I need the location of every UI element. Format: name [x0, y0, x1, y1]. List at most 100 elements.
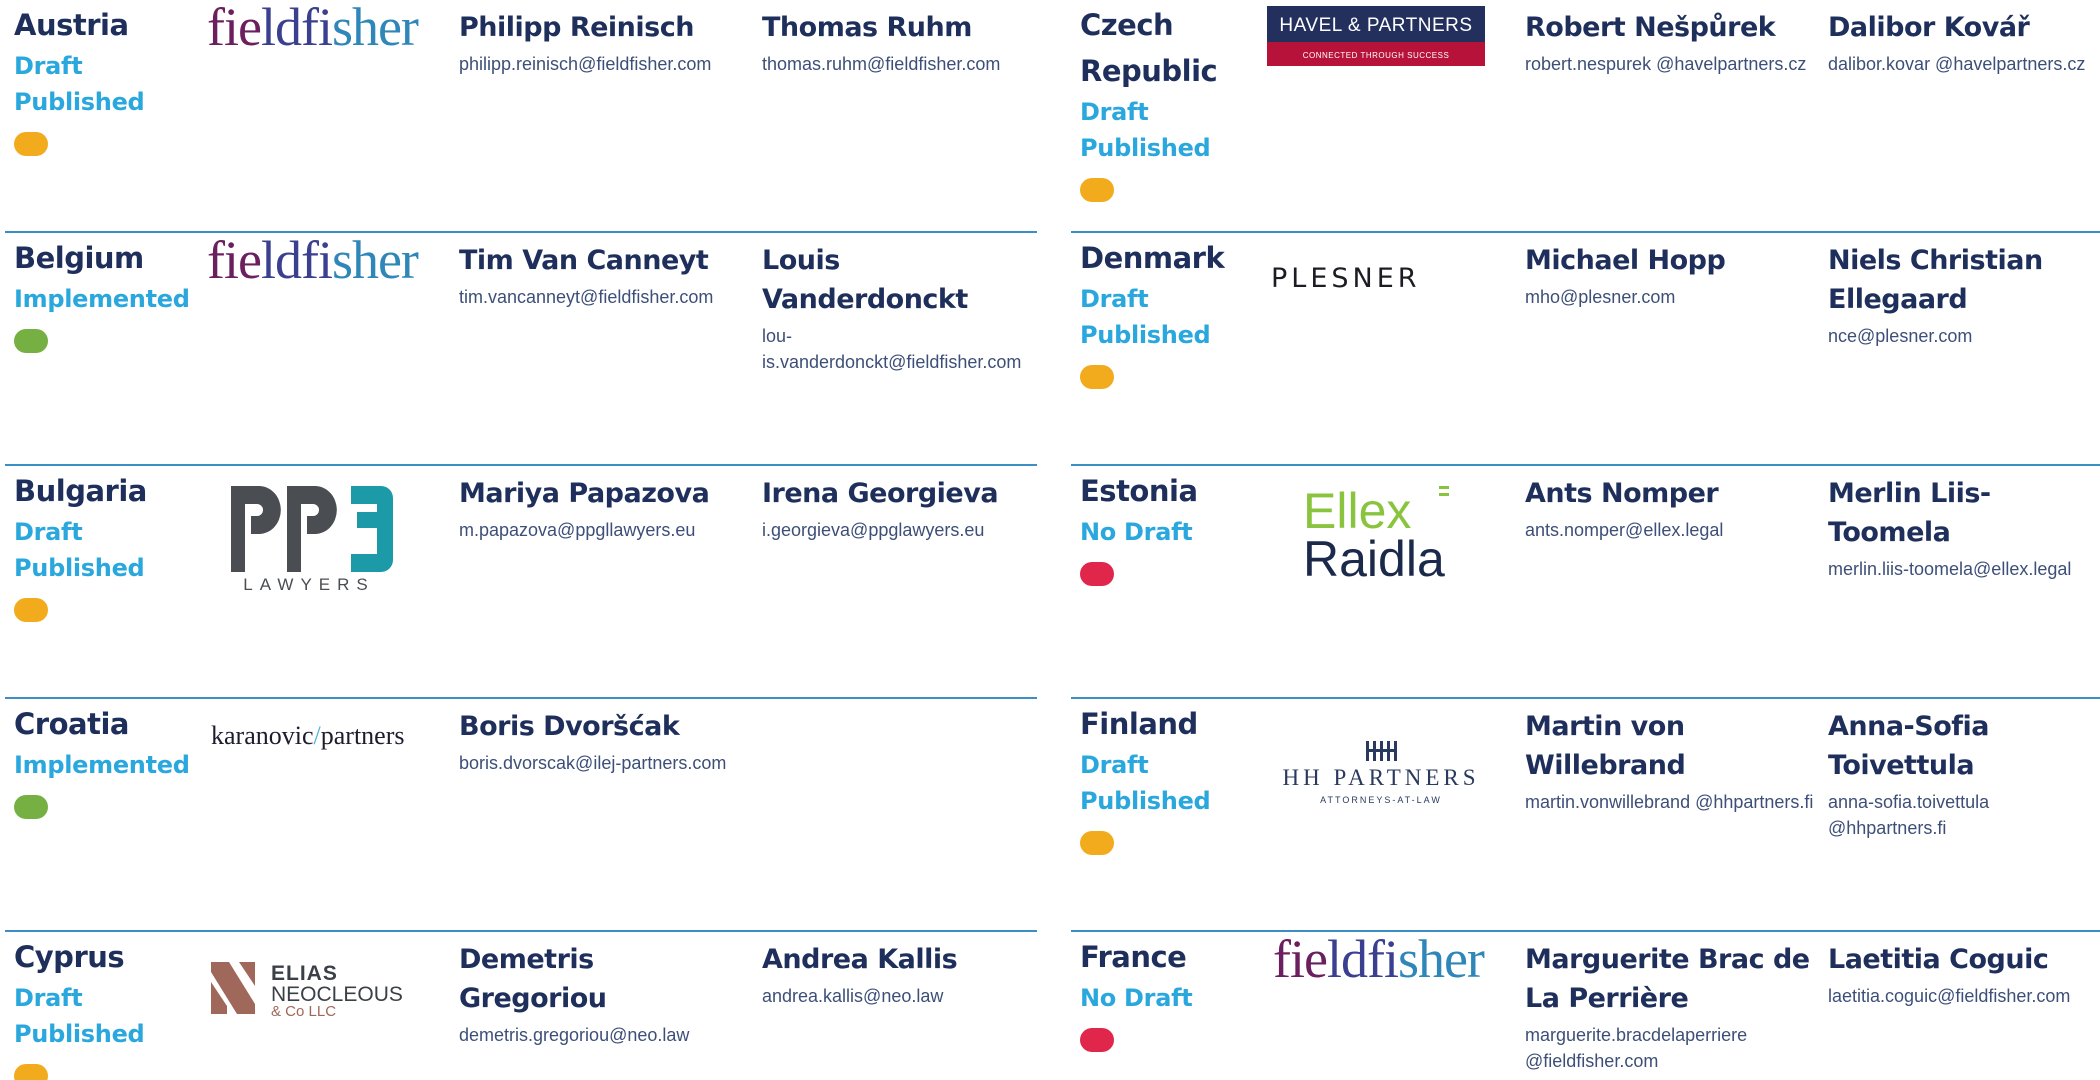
contact-card: Boris Dvoršćak boris.dvorscak@ilej-partn…: [459, 707, 749, 776]
country-name: France: [1080, 940, 1187, 974]
contact-email[interactable]: demetris.gregoriou@neo.law: [459, 1022, 749, 1048]
contact-email[interactable]: robert.nespurek @havelpartners.cz: [1525, 51, 1815, 77]
status-dot: [14, 1064, 48, 1080]
svg-text:& Co LLC: & Co LLC: [271, 1003, 336, 1020]
elias-neocleous-logo: ELIAS NEOCLEOUS & Co LLC: [211, 962, 403, 1020]
contact-card: Niels Christian Ellegaard nce@plesner.co…: [1828, 241, 2100, 349]
contact-card: Dalibor Kovář dalibor.kovar @havelpartne…: [1828, 8, 2100, 77]
contact-card: Philipp Reinisch philipp.reinisch@fieldf…: [459, 8, 749, 77]
country-cell: Denmark Draft Published: [1080, 235, 1260, 389]
contact-email[interactable]: merlin.liis-toomela@ellex.legal: [1828, 556, 2100, 582]
contact-name: Marguerite Brac de La Perrière: [1525, 944, 1810, 1014]
country-row-finland: Finland Draft Published HH PARTNERS ATTOR…: [1071, 699, 2100, 932]
contact-email[interactable]: lou-is.vanderdonckt@fieldfisher.com: [762, 323, 1037, 375]
country-name: Croatia: [14, 707, 129, 741]
country-name: Bulgaria: [14, 474, 147, 508]
country-cell: Estonia No Draft: [1080, 468, 1260, 586]
contact-name: Philipp Reinisch: [459, 12, 694, 43]
firm-logo: fieldfisher: [201, 0, 435, 130]
country-cell: Bulgaria Draft Published: [14, 468, 194, 622]
karanovic-partners-logo: karanovic/partners: [211, 721, 405, 750]
svg-text:HH PARTNERS: HH PARTNERS: [1282, 765, 1479, 790]
hh-partners-logo: HH PARTNERS ATTORNEYS-AT-LAW: [1282, 741, 1479, 805]
status-dot: [14, 598, 48, 622]
contact-card: Laetitia Coguic laetitia.coguic@fieldfis…: [1828, 940, 2100, 1009]
contact-email[interactable]: andrea.kallis@neo.law: [762, 983, 1037, 1009]
right-column: Czech Republic Draft Published HAVEL & PA…: [1071, 0, 2100, 1080]
contact-email[interactable]: dalibor.kovar @havelpartners.cz: [1828, 51, 2100, 77]
country-row-belgium: Belgium Implemented fieldfisher Tim Van …: [5, 233, 1037, 466]
svg-text:Raidla: Raidla: [1303, 531, 1445, 587]
country-cell: Belgium Implemented: [14, 235, 194, 353]
contact-name: Martin von Willebrand: [1525, 711, 1686, 781]
contact-name: Merlin Liis-Toomela: [1828, 478, 1991, 548]
country-cell: France No Draft: [1080, 934, 1260, 1052]
contact-email[interactable]: martin.vonwillebrand @hhpartners.fi: [1525, 789, 1815, 815]
country-name: Czech Republic: [1080, 8, 1218, 88]
contact-card: Louis Vanderdonckt lou-is.vanderdonckt@f…: [762, 241, 1037, 375]
status-label: Implemented: [14, 751, 190, 779]
country-cell: Cyprus Draft Published: [14, 934, 194, 1080]
contact-email[interactable]: marguerite.bracdelaperriere @fieldfisher…: [1525, 1022, 1815, 1074]
country-cell: Czech Republic Draft Published: [1080, 2, 1260, 202]
contact-email[interactable]: philipp.reinisch@fieldfisher.com: [459, 51, 749, 77]
country-cell: Finland Draft Published: [1080, 701, 1260, 855]
status-label: Draft: [1080, 751, 1149, 779]
contact-email[interactable]: i.georgieva@ppglawyers.eu: [762, 517, 1037, 543]
contact-name: Niels Christian Ellegaard: [1828, 245, 2043, 315]
status-label: Draft: [14, 518, 83, 546]
svg-text:CONNECTED THROUGH SUCCESS: CONNECTED THROUGH SUCCESS: [1303, 51, 1450, 60]
status-label: No Draft: [1080, 518, 1193, 546]
contact-name: Demetris Gregoriou: [459, 944, 607, 1014]
status-label: Draft: [14, 984, 83, 1012]
contact-card: Marguerite Brac de La Perrière marguerit…: [1525, 940, 1815, 1074]
contact-email[interactable]: thomas.ruhm@fieldfisher.com: [762, 51, 1037, 77]
status-dot: [14, 329, 48, 353]
country-row-austria: Austria Draft Published fieldfisher Phili…: [5, 0, 1037, 233]
contact-name: Irena Georgieva: [762, 478, 999, 509]
status-label: Published: [14, 88, 145, 116]
firm-logo: LAWYERS: [201, 466, 435, 596]
contact-email[interactable]: ants.nomper@ellex.legal: [1525, 517, 1815, 543]
contact-name: Mariya Papazova: [459, 478, 710, 509]
contact-card: Michael Hopp mho@plesner.com: [1525, 241, 1815, 310]
status-dot: [1080, 562, 1114, 586]
status-dot: [1080, 178, 1114, 202]
contact-email[interactable]: m.papazova@ppgllawyers.eu: [459, 517, 749, 543]
contact-email[interactable]: boris.dvorscak@ilej-partners.com: [459, 750, 749, 776]
status-dot: [14, 132, 48, 156]
contact-email[interactable]: mho@plesner.com: [1525, 284, 1815, 310]
contact-card: Anna-Sofia Toivettula anna-sofia.toivett…: [1828, 707, 2100, 841]
contact-name: Anna-Sofia Toivettula: [1828, 711, 1989, 781]
contact-email[interactable]: nce@plesner.com: [1828, 323, 2100, 349]
fieldfisher-logo: fieldfisher: [1273, 929, 1485, 989]
country-row-cyprus: Cyprus Draft Published ELIAS NEOCLEOUS & …: [5, 932, 1037, 1080]
status-dot: [1080, 831, 1114, 855]
status-label: Draft: [14, 52, 83, 80]
contact-name: Robert Nešpůrek: [1525, 12, 1776, 43]
contact-email[interactable]: anna-sofia.toivettula @hhpartners.fi: [1828, 789, 2100, 841]
ppg-logo-text: LAWYERS: [243, 575, 375, 594]
status-label: Published: [1080, 134, 1211, 162]
contact-email[interactable]: laetitia.coguic@fieldfisher.com: [1828, 983, 2100, 1009]
country-row-croatia: Croatia Implemented karanovic/partners B…: [5, 699, 1037, 932]
country-name: Austria: [14, 8, 129, 42]
contact-card: Andrea Kallis andrea.kallis@neo.law: [762, 940, 1037, 1009]
fieldfisher-logo: fieldfisher: [207, 0, 419, 57]
plesner-logo: PLESNER: [1271, 263, 1421, 294]
contact-email[interactable]: tim.vancanneyt@fieldfisher.com: [459, 284, 749, 310]
svg-text:ELIAS: ELIAS: [271, 962, 338, 985]
contact-card: Martin von Willebrand martin.vonwillebra…: [1525, 707, 1815, 815]
country-name: Cyprus: [14, 940, 125, 974]
fieldfisher-logo: fieldfisher: [207, 230, 419, 290]
status-dot: [14, 795, 48, 819]
country-name: Estonia: [1080, 474, 1198, 508]
contact-name: Michael Hopp: [1525, 245, 1726, 276]
country-name: Belgium: [14, 241, 144, 275]
country-row-denmark: Denmark Draft Published PLESNER Michael H…: [1071, 233, 2100, 466]
country-cell: Austria Draft Published: [14, 2, 194, 156]
country-row-czech-republic: Czech Republic Draft Published HAVEL & PA…: [1071, 0, 2100, 233]
firm-logo: karanovic/partners: [201, 699, 435, 829]
firm-logo: HAVEL & PARTNERS CONNECTED THROUGH SUCCE…: [1267, 0, 1501, 130]
contact-name: Andrea Kallis: [762, 944, 958, 975]
